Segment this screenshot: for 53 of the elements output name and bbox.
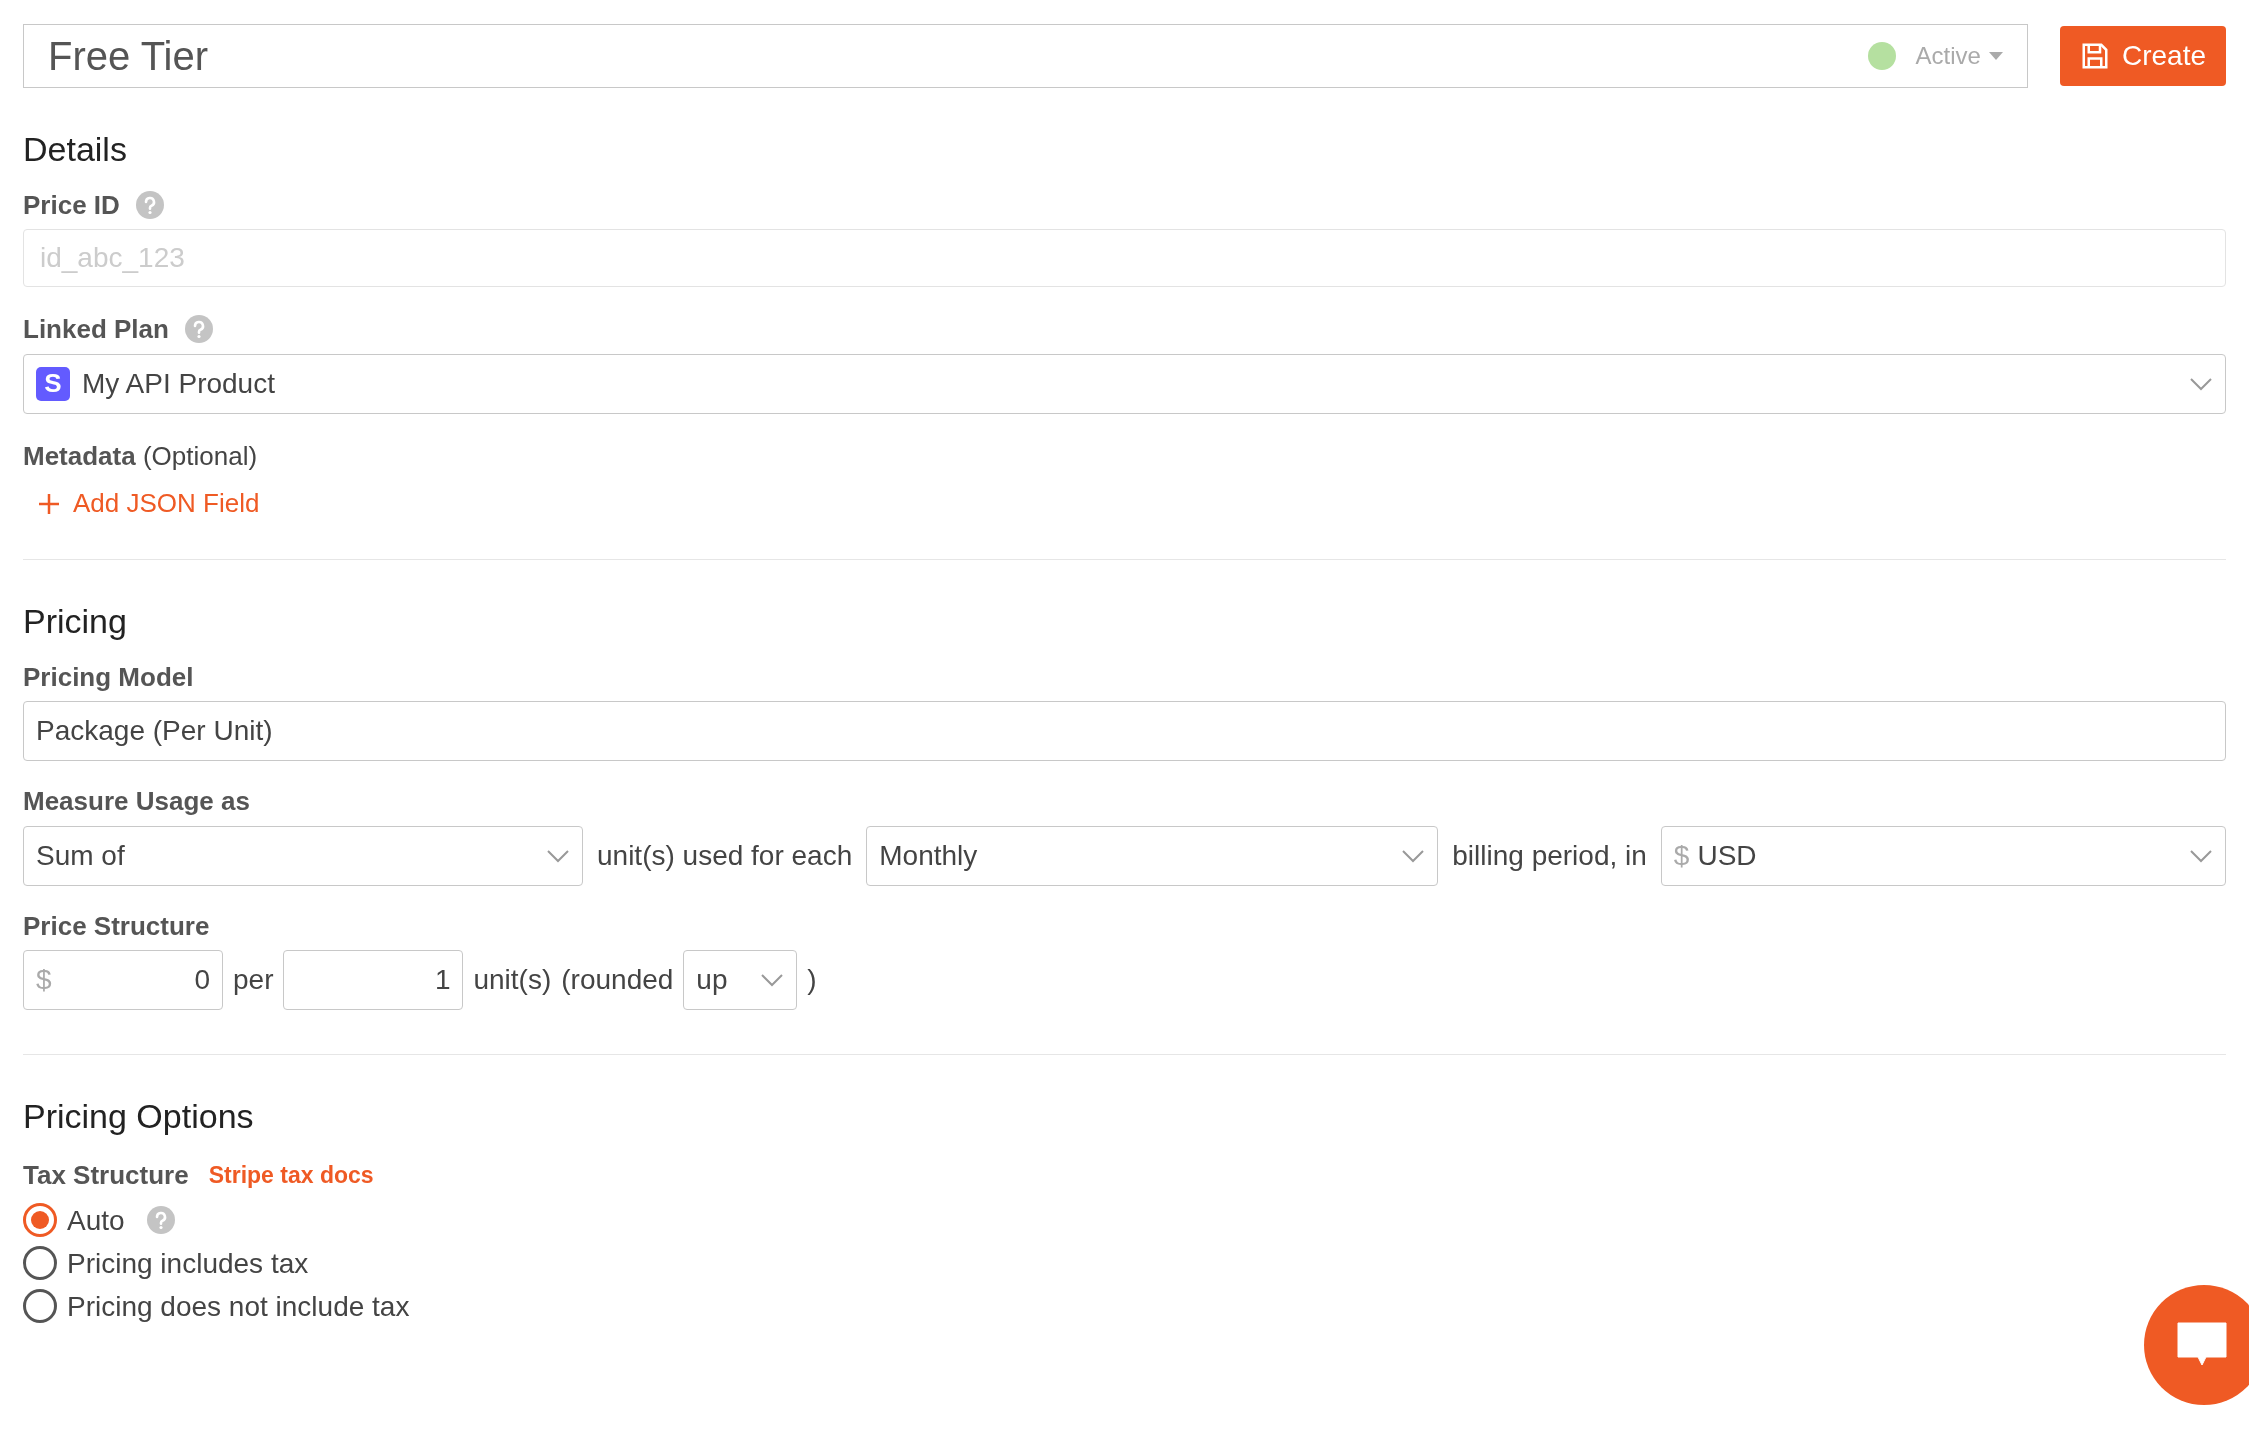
section-title: Pricing <box>23 601 128 642</box>
section-title: Pricing Options <box>23 1096 255 1137</box>
select-value: Monthly <box>879 838 978 873</box>
chevron-down-icon <box>1401 848 1426 863</box>
unit-count-field[interactable]: 1 <box>283 950 464 1010</box>
field-label: Tax Structure <box>23 1158 189 1192</box>
currency-symbol: $ <box>36 963 52 997</box>
section-title: Details <box>23 129 128 170</box>
field-label: Pricing Model <box>23 660 194 693</box>
currency-symbol: $ <box>1673 838 1690 873</box>
inline-text: ) <box>807 963 817 997</box>
field-label: Price ID <box>23 188 120 221</box>
inline-text: billing period, in <box>1452 838 1647 873</box>
radio-label: Pricing includes tax <box>67 1246 309 1281</box>
caret-icon <box>1988 52 2003 60</box>
help-icon <box>146 1206 175 1234</box>
field-value: Package (Per Unit) <box>36 714 273 748</box>
field-label: Linked Plan <box>23 313 169 346</box>
radio-label: Auto <box>67 1203 125 1238</box>
currency-select[interactable]: $ USD <box>1660 825 2226 886</box>
chevron-down-icon <box>546 848 570 863</box>
select-value: My API Product <box>82 366 275 401</box>
help-icon <box>135 190 164 219</box>
select-value: up <box>696 963 728 997</box>
select-value: USD <box>1697 838 1757 873</box>
field-label: Price Structure <box>23 909 210 942</box>
inline-text: unit(s) used for each <box>597 838 853 873</box>
plan-name: Free Tier <box>48 33 210 80</box>
price-amount-field[interactable]: $ 0 <box>23 950 223 1010</box>
plan-name-field[interactable]: Free Tier Active <box>23 24 2028 88</box>
field-value: 0 <box>194 963 210 997</box>
field-label: Measure Usage as <box>23 785 250 818</box>
inline-text: per <box>233 963 274 997</box>
aggregate-select[interactable]: Sum of <box>23 825 583 886</box>
plus-icon <box>37 491 61 516</box>
chevron-down-icon <box>760 973 785 987</box>
radio-button[interactable] <box>23 1246 57 1280</box>
radio-button[interactable] <box>23 1289 57 1323</box>
field-label: Metadata (Optional) <box>23 440 258 471</box>
inline-text: (rounded <box>561 963 674 997</box>
chevron-down-icon <box>2189 848 2213 863</box>
chevron-down-icon <box>2189 376 2213 391</box>
period-select[interactable]: Monthly <box>866 825 1439 886</box>
linked-plan-select[interactable]: S My API Product <box>23 353 2226 414</box>
radio-button[interactable] <box>23 1203 57 1237</box>
pricing-model-field[interactable]: Package (Per Unit) <box>23 701 2226 761</box>
rounding-select[interactable]: up <box>683 950 798 1010</box>
field-value: 1 <box>434 963 451 997</box>
radio-label: Pricing does not include tax <box>67 1289 410 1324</box>
inline-text: unit(s) <box>473 963 552 997</box>
select-value: Sum of <box>36 838 125 873</box>
plan-logo: S <box>36 366 70 401</box>
help-icon <box>184 315 213 344</box>
